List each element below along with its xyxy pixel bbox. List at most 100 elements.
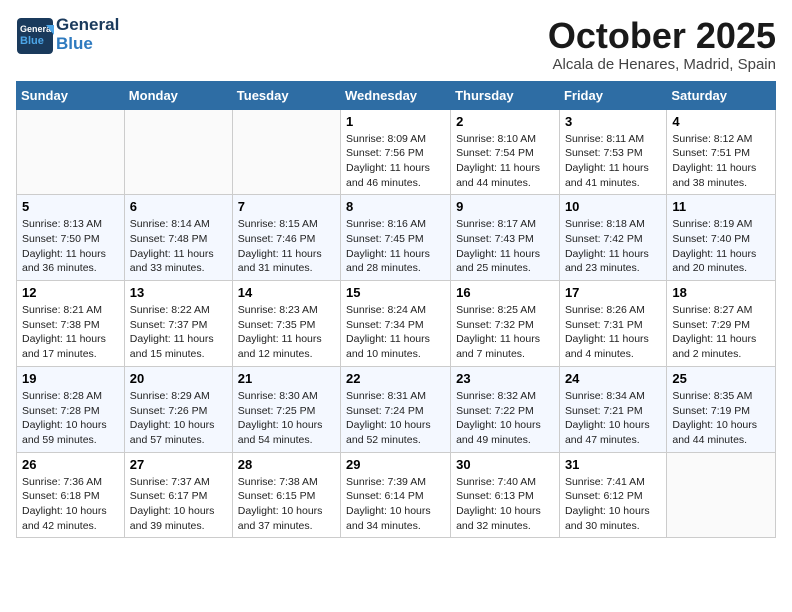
calendar-cell bbox=[667, 452, 776, 538]
day-number: 6 bbox=[130, 199, 227, 214]
calendar-cell: 3 Sunrise: 8:11 AM Sunset: 7:53 PM Daylig… bbox=[559, 109, 666, 195]
calendar-cell: 19Sunrise: 8:28 AM Sunset: 7:28 PM Dayli… bbox=[17, 366, 125, 452]
day-number: 26 bbox=[22, 457, 119, 472]
cell-info: Sunrise: 8:31 AM Sunset: 7:24 PM Dayligh… bbox=[346, 389, 445, 448]
day-number: 28 bbox=[238, 457, 335, 472]
day-number: 17 bbox=[565, 285, 661, 300]
logo-icon: General Blue bbox=[16, 17, 52, 53]
page-header: General Blue General Blue October 2025 A… bbox=[16, 16, 776, 73]
day-number: 18 bbox=[672, 285, 770, 300]
calendar-table: SundayMondayTuesdayWednesdayThursdayFrid… bbox=[16, 81, 776, 539]
day-number: 16 bbox=[456, 285, 554, 300]
col-header-thursday: Thursday bbox=[451, 81, 560, 109]
cell-info: Sunrise: 7:37 AM Sunset: 6:17 PM Dayligh… bbox=[130, 475, 227, 534]
day-number: 2 bbox=[456, 114, 554, 129]
day-number: 14 bbox=[238, 285, 335, 300]
cell-info: Sunrise: 8:30 AM Sunset: 7:25 PM Dayligh… bbox=[238, 389, 335, 448]
cell-info: Sunrise: 8:09 AM Sunset: 7:56 PM Dayligh… bbox=[346, 132, 445, 191]
day-number: 13 bbox=[130, 285, 227, 300]
cell-info: Sunrise: 8:22 AM Sunset: 7:37 PM Dayligh… bbox=[130, 303, 227, 362]
day-number: 8 bbox=[346, 199, 445, 214]
calendar-cell: 8 Sunrise: 8:16 AM Sunset: 7:45 PM Daylig… bbox=[341, 195, 451, 281]
day-number: 21 bbox=[238, 371, 335, 386]
cell-info: Sunrise: 7:39 AM Sunset: 6:14 PM Dayligh… bbox=[346, 475, 445, 534]
logo-blue-text: Blue bbox=[56, 35, 119, 54]
calendar-cell: 12 Sunrise: 8:21 AM Sunset: 7:38 PM Dayli… bbox=[17, 281, 125, 367]
calendar-cell: 4 Sunrise: 8:12 AM Sunset: 7:51 PM Daylig… bbox=[667, 109, 776, 195]
day-number: 1 bbox=[346, 114, 445, 129]
calendar-cell: 13 Sunrise: 8:22 AM Sunset: 7:37 PM Dayli… bbox=[124, 281, 232, 367]
cell-info: Sunrise: 8:19 AM Sunset: 7:40 PM Dayligh… bbox=[672, 217, 770, 276]
calendar-cell: 6 Sunrise: 8:14 AM Sunset: 7:48 PM Daylig… bbox=[124, 195, 232, 281]
day-number: 4 bbox=[672, 114, 770, 129]
day-number: 11 bbox=[672, 199, 770, 214]
calendar-cell: 16 Sunrise: 8:25 AM Sunset: 7:32 PM Dayli… bbox=[451, 281, 560, 367]
calendar-cell: 28 Sunrise: 7:38 AM Sunset: 6:15 PM Dayli… bbox=[232, 452, 340, 538]
cell-info: Sunrise: 7:40 AM Sunset: 6:13 PM Dayligh… bbox=[456, 475, 554, 534]
calendar-cell: 25Sunrise: 8:35 AM Sunset: 7:19 PM Dayli… bbox=[667, 366, 776, 452]
day-number: 3 bbox=[565, 114, 661, 129]
cell-info: Sunrise: 7:41 AM Sunset: 6:12 PM Dayligh… bbox=[565, 475, 661, 534]
calendar-cell: 18 Sunrise: 8:27 AM Sunset: 7:29 PM Dayli… bbox=[667, 281, 776, 367]
calendar-cell: 5 Sunrise: 8:13 AM Sunset: 7:50 PM Daylig… bbox=[17, 195, 125, 281]
cell-info: Sunrise: 8:25 AM Sunset: 7:32 PM Dayligh… bbox=[456, 303, 554, 362]
day-number: 5 bbox=[22, 199, 119, 214]
cell-info: Sunrise: 8:18 AM Sunset: 7:42 PM Dayligh… bbox=[565, 217, 661, 276]
calendar-cell: 7 Sunrise: 8:15 AM Sunset: 7:46 PM Daylig… bbox=[232, 195, 340, 281]
calendar-cell: 17 Sunrise: 8:26 AM Sunset: 7:31 PM Dayli… bbox=[559, 281, 666, 367]
calendar-cell: 30 Sunrise: 7:40 AM Sunset: 6:13 PM Dayli… bbox=[451, 452, 560, 538]
cell-info: Sunrise: 8:34 AM Sunset: 7:21 PM Dayligh… bbox=[565, 389, 661, 448]
calendar-cell: 20Sunrise: 8:29 AM Sunset: 7:26 PM Dayli… bbox=[124, 366, 232, 452]
cell-info: Sunrise: 8:12 AM Sunset: 7:51 PM Dayligh… bbox=[672, 132, 770, 191]
col-header-tuesday: Tuesday bbox=[232, 81, 340, 109]
col-header-wednesday: Wednesday bbox=[341, 81, 451, 109]
calendar-cell: 2Sunrise: 8:10 AM Sunset: 7:54 PM Daylig… bbox=[451, 109, 560, 195]
calendar-cell: 15 Sunrise: 8:24 AM Sunset: 7:34 PM Dayli… bbox=[341, 281, 451, 367]
day-number: 24 bbox=[565, 371, 661, 386]
cell-info: Sunrise: 8:11 AM Sunset: 7:53 PM Dayligh… bbox=[565, 132, 661, 191]
calendar-cell: 24 Sunrise: 8:34 AM Sunset: 7:21 PM Dayli… bbox=[559, 366, 666, 452]
cell-info: Sunrise: 7:36 AM Sunset: 6:18 PM Dayligh… bbox=[22, 475, 119, 534]
day-number: 9 bbox=[456, 199, 554, 214]
day-number: 20 bbox=[130, 371, 227, 386]
day-number: 27 bbox=[130, 457, 227, 472]
day-number: 7 bbox=[238, 199, 335, 214]
calendar-cell: 31 Sunrise: 7:41 AM Sunset: 6:12 PM Dayli… bbox=[559, 452, 666, 538]
calendar-cell: 27 Sunrise: 7:37 AM Sunset: 6:17 PM Dayli… bbox=[124, 452, 232, 538]
day-number: 12 bbox=[22, 285, 119, 300]
calendar-cell: 14Sunrise: 8:23 AM Sunset: 7:35 PM Dayli… bbox=[232, 281, 340, 367]
col-header-saturday: Saturday bbox=[667, 81, 776, 109]
calendar-cell bbox=[124, 109, 232, 195]
calendar-cell: 21 Sunrise: 8:30 AM Sunset: 7:25 PM Dayli… bbox=[232, 366, 340, 452]
calendar-cell: 22 Sunrise: 8:31 AM Sunset: 7:24 PM Dayli… bbox=[341, 366, 451, 452]
calendar-cell: 1 Sunrise: 8:09 AM Sunset: 7:56 PM Daylig… bbox=[341, 109, 451, 195]
cell-info: Sunrise: 8:26 AM Sunset: 7:31 PM Dayligh… bbox=[565, 303, 661, 362]
calendar-cell: 11 Sunrise: 8:19 AM Sunset: 7:40 PM Dayli… bbox=[667, 195, 776, 281]
cell-info: Sunrise: 8:16 AM Sunset: 7:45 PM Dayligh… bbox=[346, 217, 445, 276]
calendar-cell: 10 Sunrise: 8:18 AM Sunset: 7:42 PM Dayli… bbox=[559, 195, 666, 281]
col-header-friday: Friday bbox=[559, 81, 666, 109]
day-number: 10 bbox=[565, 199, 661, 214]
cell-info: Sunrise: 8:27 AM Sunset: 7:29 PM Dayligh… bbox=[672, 303, 770, 362]
cell-info: Sunrise: 8:24 AM Sunset: 7:34 PM Dayligh… bbox=[346, 303, 445, 362]
logo: General Blue General Blue bbox=[16, 16, 119, 53]
cell-info: Sunrise: 8:32 AM Sunset: 7:22 PM Dayligh… bbox=[456, 389, 554, 448]
calendar-cell bbox=[232, 109, 340, 195]
cell-info: Sunrise: 8:21 AM Sunset: 7:38 PM Dayligh… bbox=[22, 303, 119, 362]
calendar-cell: 9Sunrise: 8:17 AM Sunset: 7:43 PM Daylig… bbox=[451, 195, 560, 281]
day-number: 31 bbox=[565, 457, 661, 472]
cell-info: Sunrise: 8:15 AM Sunset: 7:46 PM Dayligh… bbox=[238, 217, 335, 276]
location: Alcala de Henares, Madrid, Spain bbox=[548, 56, 776, 73]
cell-info: Sunrise: 8:13 AM Sunset: 7:50 PM Dayligh… bbox=[22, 217, 119, 276]
day-number: 15 bbox=[346, 285, 445, 300]
cell-info: Sunrise: 7:38 AM Sunset: 6:15 PM Dayligh… bbox=[238, 475, 335, 534]
day-number: 30 bbox=[456, 457, 554, 472]
logo-general-text: General bbox=[56, 16, 119, 35]
calendar-cell: 26 Sunrise: 7:36 AM Sunset: 6:18 PM Dayli… bbox=[17, 452, 125, 538]
day-number: 25 bbox=[672, 371, 770, 386]
calendar-cell: 23Sunrise: 8:32 AM Sunset: 7:22 PM Dayli… bbox=[451, 366, 560, 452]
day-number: 22 bbox=[346, 371, 445, 386]
cell-info: Sunrise: 8:14 AM Sunset: 7:48 PM Dayligh… bbox=[130, 217, 227, 276]
title-block: October 2025 Alcala de Henares, Madrid, … bbox=[548, 16, 776, 73]
calendar-cell bbox=[17, 109, 125, 195]
